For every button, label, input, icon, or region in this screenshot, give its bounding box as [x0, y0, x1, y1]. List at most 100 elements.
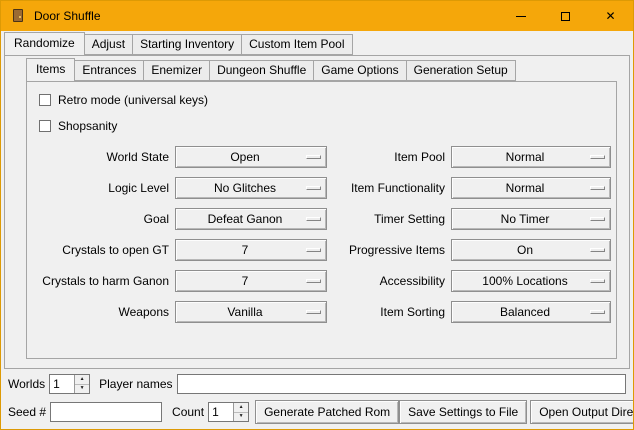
goal-label: Goal: [31, 208, 169, 230]
item-pool-label: Item Pool: [333, 146, 445, 168]
player-names-input[interactable]: [177, 374, 627, 394]
logic-level-value: No Glitches: [214, 181, 288, 195]
item-functionality-label: Item Functionality: [333, 177, 445, 199]
generate-patched-rom-button[interactable]: Generate Patched Rom: [255, 400, 399, 424]
dropdown-indicator-icon: [590, 248, 605, 252]
worlds-input[interactable]: [50, 375, 74, 393]
count-spin-up-button[interactable]: ▲: [234, 403, 248, 412]
tab-adjust[interactable]: Adjust: [84, 34, 133, 55]
crystals-ganon-dropdown[interactable]: 7: [175, 270, 327, 292]
logic-level-dropdown[interactable]: No Glitches: [175, 177, 327, 199]
minimize-button[interactable]: [498, 1, 543, 31]
door-icon: [13, 9, 23, 22]
tab-custom-item-pool[interactable]: Custom Item Pool: [241, 34, 352, 55]
crystals-gt-label: Crystals to open GT: [31, 239, 169, 261]
dropdown-indicator-icon: [590, 279, 605, 283]
app-window: Door Shuffle ✕ Randomize Adjust Starting…: [0, 0, 634, 430]
open-output-directory-button[interactable]: Open Output Directory: [530, 400, 634, 424]
worlds-spin-down-button[interactable]: ▼: [75, 384, 89, 394]
goal-value: Defeat Ganon: [208, 212, 295, 226]
shopsanity-row: Shopsanity: [39, 118, 616, 134]
retro-mode-checkbox[interactable]: [39, 94, 51, 106]
item-pool-dropdown[interactable]: Normal: [451, 146, 611, 168]
weapons-value: Vanilla: [227, 305, 274, 319]
app-icon: [10, 8, 26, 24]
dropdown-indicator-icon: [590, 155, 605, 159]
dropdown-indicator-icon: [590, 186, 605, 190]
item-functionality-dropdown[interactable]: Normal: [451, 177, 611, 199]
caption-buttons: ✕: [498, 1, 633, 31]
item-pool-value: Normal: [506, 150, 557, 164]
generate-row: Seed # Count ▲ ▼ Generate Patched Rom Sa…: [8, 400, 627, 424]
dropdown-indicator-icon: [306, 186, 321, 190]
titlebar[interactable]: Door Shuffle ✕: [1, 1, 633, 31]
minimize-icon: [516, 16, 526, 17]
dropdown-indicator-icon: [306, 279, 321, 283]
tab-entrances[interactable]: Entrances: [74, 60, 144, 81]
count-spin-arrows: ▲ ▼: [233, 403, 248, 421]
main-tab-bar: Randomize Adjust Starting Inventory Cust…: [4, 32, 353, 55]
goal-dropdown[interactable]: Defeat Ganon: [175, 208, 327, 230]
dropdown-indicator-icon: [590, 217, 605, 221]
accessibility-label: Accessibility: [333, 270, 445, 292]
maximize-button[interactable]: [543, 1, 588, 31]
tab-randomize[interactable]: Randomize: [4, 32, 85, 56]
close-button[interactable]: ✕: [588, 1, 633, 31]
progressive-items-label: Progressive Items: [333, 239, 445, 261]
save-settings-button[interactable]: Save Settings to File: [399, 400, 527, 424]
crystals-ganon-value: 7: [242, 274, 261, 288]
progressive-items-dropdown[interactable]: On: [451, 239, 611, 261]
worlds-row: Worlds ▲ ▼ Player names: [8, 373, 626, 395]
arrow-down-icon: ▼: [80, 386, 85, 391]
tab-starting-inventory[interactable]: Starting Inventory: [132, 34, 242, 55]
arrow-down-icon: ▼: [239, 414, 244, 419]
world-state-dropdown[interactable]: Open: [175, 146, 327, 168]
dropdown-indicator-icon: [306, 155, 321, 159]
sub-tab-bar: Items Entrances Enemizer Dungeon Shuffle…: [26, 58, 629, 81]
count-spin-down-button[interactable]: ▼: [234, 412, 248, 422]
close-icon: ✕: [605, 10, 615, 22]
shopsanity-checkbox[interactable]: [39, 120, 51, 132]
window-title: Door Shuffle: [34, 9, 101, 23]
dropdown-indicator-icon: [306, 217, 321, 221]
tab-generation-setup[interactable]: Generation Setup: [406, 60, 516, 81]
crystals-gt-dropdown[interactable]: 7: [175, 239, 327, 261]
dropdown-indicator-icon: [306, 310, 321, 314]
weapons-dropdown[interactable]: Vanilla: [175, 301, 327, 323]
shopsanity-label: Shopsanity: [58, 119, 117, 133]
dropdown-indicator-icon: [590, 310, 605, 314]
tab-items[interactable]: Items: [26, 58, 75, 82]
retro-mode-row: Retro mode (universal keys): [39, 92, 616, 108]
maximize-icon: [561, 12, 570, 21]
accessibility-value: 100% Locations: [482, 274, 579, 288]
crystals-gt-value: 7: [242, 243, 261, 257]
worlds-spin-up-button[interactable]: ▲: [75, 375, 89, 384]
world-state-label: World State: [31, 146, 169, 168]
crystals-ganon-label: Crystals to harm Ganon: [31, 270, 169, 292]
seed-label: Seed #: [8, 405, 46, 419]
tab-enemizer[interactable]: Enemizer: [143, 60, 210, 81]
worlds-label: Worlds: [8, 377, 45, 391]
world-state-value: Open: [230, 150, 271, 164]
item-functionality-value: Normal: [506, 181, 557, 195]
player-names-label: Player names: [99, 377, 172, 391]
count-spinbox[interactable]: ▲ ▼: [208, 402, 249, 422]
progressive-items-value: On: [517, 243, 545, 257]
retro-mode-label: Retro mode (universal keys): [58, 93, 208, 107]
tab-game-options[interactable]: Game Options: [313, 60, 406, 81]
tab-dungeon-shuffle[interactable]: Dungeon Shuffle: [209, 60, 314, 81]
logic-level-label: Logic Level: [31, 177, 169, 199]
arrow-up-icon: ▲: [239, 405, 244, 410]
timer-setting-dropdown[interactable]: No Timer: [451, 208, 611, 230]
count-input[interactable]: [209, 403, 233, 421]
dropdown-indicator-icon: [306, 248, 321, 252]
worlds-spinbox[interactable]: ▲ ▼: [49, 374, 90, 394]
accessibility-dropdown[interactable]: 100% Locations: [451, 270, 611, 292]
timer-setting-label: Timer Setting: [333, 208, 445, 230]
seed-input[interactable]: [50, 402, 162, 422]
item-sorting-dropdown[interactable]: Balanced: [451, 301, 611, 323]
count-label: Count: [172, 405, 204, 419]
timer-setting-value: No Timer: [501, 212, 562, 226]
item-sorting-value: Balanced: [500, 305, 562, 319]
arrow-up-icon: ▲: [80, 377, 85, 382]
